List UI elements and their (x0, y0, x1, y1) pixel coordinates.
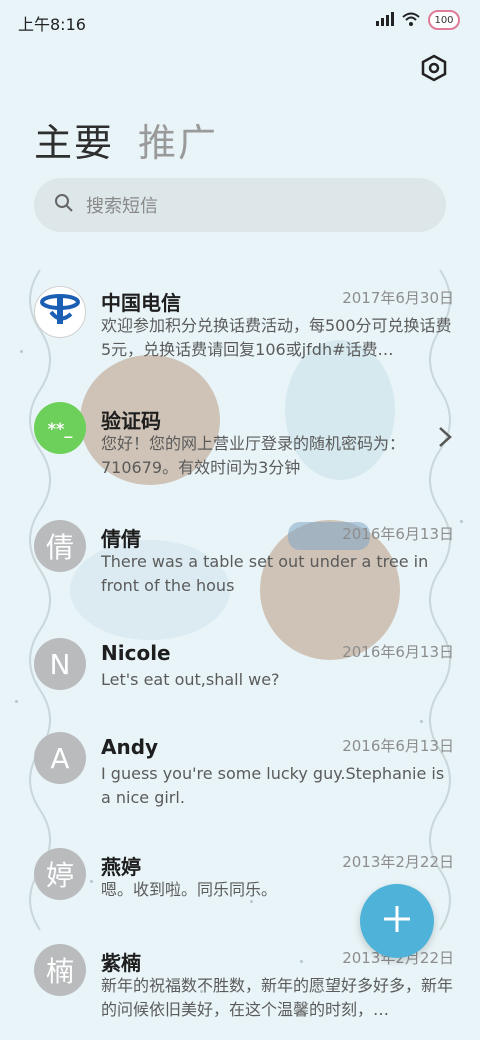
battery-icon: 100 (428, 10, 460, 30)
settings-button[interactable] (416, 52, 452, 88)
message-preview: 您好！您的网上营业厅登录的随机密码为：710679。有效时间为3分钟 (101, 434, 406, 477)
message-preview: Let's eat out,shall we? (101, 670, 280, 689)
message-date: 2016年6月13日 (342, 737, 454, 755)
settings-hexagon-icon (421, 54, 447, 86)
message-date: 2017年6月30日 (342, 289, 454, 307)
list-item[interactable]: 倩 倩倩 2016年6月13日 There was a table set ou… (0, 506, 480, 614)
message-date: 2016年6月13日 (342, 643, 454, 661)
search-input[interactable]: 搜索短信 (34, 178, 446, 232)
sender-name: Andy (101, 735, 159, 759)
wifi-icon (402, 11, 420, 30)
category-tabs: 主要 推广 (34, 112, 218, 167)
sender-name: 燕婷 (101, 855, 141, 879)
status-icons: 100 (376, 10, 460, 30)
search-placeholder: 搜索短信 (86, 196, 158, 217)
avatar: 倩 (34, 520, 86, 572)
list-item[interactable]: N Nicole 2016年6月13日 Let's eat out,shall … (0, 624, 480, 732)
avatar: **_ (34, 402, 86, 454)
list-item[interactable]: A Andy 2016年6月13日 I guess you're some lu… (0, 718, 480, 826)
tab-promo[interactable]: 推广 (138, 112, 218, 167)
avatar: N (34, 638, 86, 690)
status-time: 上午8:16 (18, 15, 86, 34)
avatar: 婷 (34, 848, 86, 900)
new-message-button[interactable] (360, 884, 434, 958)
message-preview: There was a table set out under a tree i… (101, 552, 429, 595)
list-item[interactable]: **_ 验证码 您好！您的网上营业厅登录的随机密码为：710679。有效时间为3… (0, 388, 480, 496)
china-telecom-logo-icon (37, 286, 83, 339)
message-preview: 新年的祝福数不胜数，新年的愿望好多好多，新年的问候依旧美好，在这个温馨的时刻，… (101, 976, 453, 1019)
sender-name: 验证码 (101, 409, 161, 433)
sender-name: 紫楠 (101, 951, 141, 975)
chevron-right-icon[interactable] (438, 426, 452, 454)
avatar: 楠 (34, 944, 86, 996)
message-preview: 欢迎参加积分兑换话费活动，每500分可兑换话费5元，兑换话费请回复106或jfd… (101, 316, 452, 359)
avatar: A (34, 732, 86, 784)
message-date: 2016年6月13日 (342, 525, 454, 543)
tab-main[interactable]: 主要 (34, 112, 114, 167)
sender-name: 中国电信 (101, 291, 181, 315)
sender-name: 倩倩 (101, 527, 141, 551)
search-icon (54, 193, 74, 217)
avatar (34, 286, 86, 338)
message-date: 2013年2月22日 (342, 853, 454, 871)
sender-name: Nicole (101, 641, 171, 665)
status-bar: 上午8:16 100 (0, 0, 480, 44)
list-item[interactable]: 中国电信 2017年6月30日 欢迎参加积分兑换话费活动，每500分可兑换话费5… (0, 270, 480, 378)
message-preview: I guess you're some lucky guy.Stephanie … (101, 764, 445, 807)
plus-icon (382, 904, 412, 938)
signal-icon (376, 11, 394, 30)
